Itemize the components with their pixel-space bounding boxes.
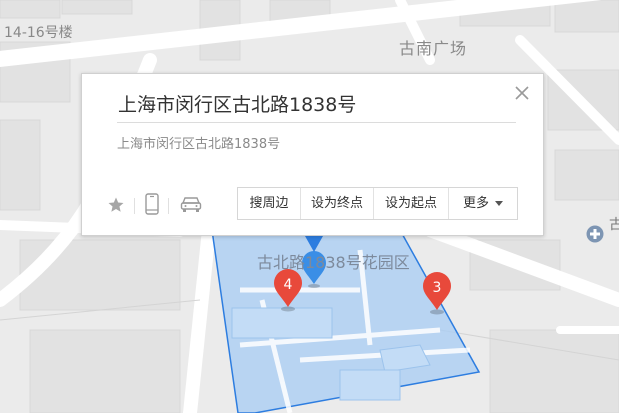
star-icon[interactable]	[107, 196, 125, 214]
info-window: 上海市闵行区古北路1838号 上海市闵行区古北路1838号 搜周边 设为终点 设…	[81, 73, 544, 236]
map-label-edge: 古繁	[609, 217, 619, 233]
marker-4-label: 4	[284, 277, 293, 293]
marker-3-label: 3	[433, 280, 442, 296]
chevron-down-icon	[495, 201, 503, 206]
map-label-plaza: 古南广场	[399, 39, 468, 58]
popup-address: 上海市闵行区古北路1838号	[117, 137, 281, 152]
set-destination-button[interactable]: 设为终点	[301, 188, 374, 219]
close-icon[interactable]	[514, 85, 530, 101]
set-origin-button[interactable]: 设为起点	[374, 188, 449, 219]
hospital-icon[interactable]	[586, 225, 604, 243]
phone-icon[interactable]	[145, 193, 159, 215]
more-button-label: 更多	[462, 196, 489, 211]
action-button-group: 搜周边 设为终点 设为起点 更多	[237, 187, 518, 220]
toolbar-separator	[134, 198, 135, 214]
more-button[interactable]: 更多	[449, 188, 517, 219]
toolbar-separator	[168, 198, 169, 214]
search-nearby-button[interactable]: 搜周边	[238, 188, 301, 219]
map-label-building: 14-16号楼	[4, 25, 73, 41]
popup-title: 上海市闵行区古北路1838号	[118, 94, 357, 116]
popup-divider	[117, 122, 516, 123]
car-icon[interactable]	[180, 195, 202, 213]
map-label-area: 古北路1838号花园区	[257, 253, 410, 272]
